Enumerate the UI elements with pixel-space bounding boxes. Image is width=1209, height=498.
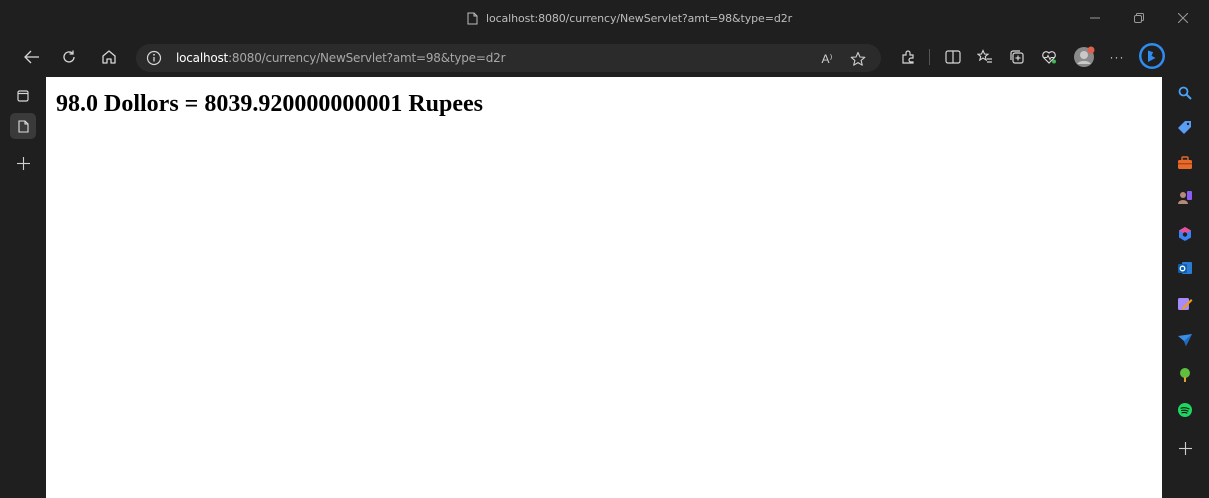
microsoft-365-icon[interactable] xyxy=(1174,223,1196,245)
collections-icon xyxy=(1010,50,1024,64)
back-arrow-icon xyxy=(24,50,39,64)
minimize-icon xyxy=(1090,17,1100,19)
site-info-icon[interactable] xyxy=(146,50,162,66)
spotify-icon[interactable] xyxy=(1174,399,1196,421)
toolbar-divider xyxy=(929,49,930,65)
designer-icon[interactable] xyxy=(1174,293,1196,315)
page-icon xyxy=(467,12,478,24)
shopping-tag-icon[interactable] xyxy=(1174,116,1196,138)
tab-actions-button[interactable] xyxy=(10,83,36,109)
heart-pulse-icon xyxy=(1042,51,1056,64)
plus-icon xyxy=(16,156,30,170)
profile-button[interactable] xyxy=(1069,42,1099,72)
window-title-text: localhost:8080/currency/NewServlet?amt=9… xyxy=(486,11,793,25)
extensions-button[interactable] xyxy=(893,42,923,72)
minimize-button[interactable] xyxy=(1077,4,1113,32)
restore-icon xyxy=(1134,13,1144,23)
page-viewport: 98.0 Dollors = 8039.920000000001 Rupees xyxy=(46,77,1162,498)
conversion-result-heading: 98.0 Dollors = 8039.920000000001 Rupees xyxy=(56,91,484,117)
collections-button[interactable] xyxy=(1002,42,1032,72)
outlook-icon[interactable] xyxy=(1174,257,1196,279)
url-host: localhost xyxy=(176,51,229,65)
tab-current-page[interactable] xyxy=(10,113,36,139)
split-screen-button[interactable] xyxy=(938,42,968,72)
url-path: :8080/currency/NewServlet?amt=98&type=d2… xyxy=(228,51,506,65)
home-button[interactable] xyxy=(94,42,124,72)
bing-icon xyxy=(1139,43,1165,69)
tab-actions-icon xyxy=(17,90,29,102)
bing-copilot-button[interactable] xyxy=(1136,40,1168,72)
back-button[interactable] xyxy=(17,42,47,72)
address-bar[interactable]: localhost:8080/currency/NewServlet?amt=9… xyxy=(136,44,881,72)
favorites-button[interactable] xyxy=(970,42,1000,72)
favorite-star-icon[interactable] xyxy=(848,49,868,69)
extensions-icon xyxy=(902,50,914,64)
page-icon xyxy=(17,119,29,133)
url-text[interactable]: localhost:8080/currency/NewServlet?amt=9… xyxy=(176,51,506,65)
new-tab-button[interactable] xyxy=(10,150,36,176)
search-icon[interactable] xyxy=(1174,82,1196,104)
close-icon xyxy=(1178,13,1188,23)
close-button[interactable] xyxy=(1165,4,1201,32)
refresh-icon xyxy=(63,50,75,63)
read-aloud-icon[interactable]: A⁾ xyxy=(817,49,837,69)
restore-button[interactable] xyxy=(1121,4,1157,32)
telegram-icon[interactable] xyxy=(1174,329,1196,351)
split-screen-icon xyxy=(945,50,961,64)
refresh-button[interactable] xyxy=(54,42,84,72)
tools-icon[interactable] xyxy=(1174,152,1196,174)
window-title: localhost:8080/currency/NewServlet?amt=9… xyxy=(467,10,792,26)
home-icon xyxy=(102,50,116,64)
games-icon[interactable] xyxy=(1174,186,1196,208)
title-bar: localhost:8080/currency/NewServlet?amt=9… xyxy=(0,0,1209,36)
edge-sidebar xyxy=(1162,77,1209,498)
add-icon[interactable] xyxy=(1174,437,1196,459)
tree-icon[interactable] xyxy=(1174,364,1196,386)
vertical-tab-strip xyxy=(0,77,46,498)
profile-avatar-icon xyxy=(1074,46,1095,67)
browser-essentials-button[interactable] xyxy=(1034,42,1064,72)
navigation-toolbar: localhost:8080/currency/NewServlet?amt=9… xyxy=(0,36,1209,77)
more-options-button[interactable]: ··· xyxy=(1102,42,1132,72)
favorites-list-icon xyxy=(977,49,992,63)
